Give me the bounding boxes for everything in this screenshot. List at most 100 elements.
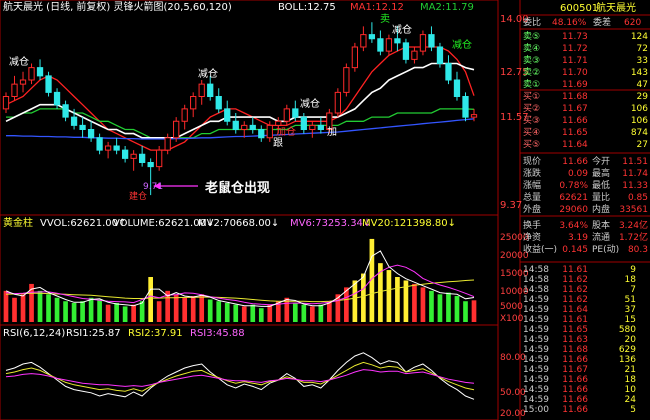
volume-bar (241, 306, 247, 322)
volume-bar (54, 297, 60, 322)
book-volume: 72 (637, 44, 648, 54)
ratio-label: 委比 (523, 16, 541, 28)
rsi1-readout: RSI1:25.87 (66, 328, 121, 339)
candle-body (130, 153, 137, 159)
candle-body (249, 124, 256, 130)
candle-body (79, 124, 86, 130)
ma2-readout: MA2:11.79 (420, 2, 474, 13)
book-volume: 124 (631, 32, 648, 42)
volume-bar (292, 302, 298, 322)
rsi2-readout: RSI2:37.91 (128, 328, 183, 339)
volume-bar (267, 304, 273, 322)
book-volume: 47 (637, 80, 648, 90)
annotation-text: 老鼠仓出现 (204, 180, 270, 196)
volume-bar (216, 301, 222, 322)
volume-bar (173, 294, 179, 322)
price-tick: 9.37 (500, 200, 522, 211)
trade-volume: 51 (625, 295, 636, 305)
ask-label: 卖⑤ (523, 31, 540, 42)
ma-line-boll (5, 62, 475, 139)
trade-volume: 20 (625, 335, 637, 345)
volume-bar (412, 283, 417, 322)
book-price: 11.64 (562, 140, 588, 150)
volume-bar (352, 280, 358, 322)
stat-label: 净资 (523, 231, 541, 243)
volume-bar (37, 290, 43, 322)
candle-body (232, 120, 239, 130)
candle-body (224, 108, 231, 122)
trade-time: 14:59 (523, 325, 549, 335)
stat-label: 量比 (592, 191, 610, 203)
volume-bar (190, 296, 196, 322)
book-price: 11.69 (562, 80, 588, 90)
book-volume: 27 (637, 140, 648, 150)
candle-body (156, 149, 163, 168)
candle-body (36, 67, 44, 77)
volume-bar (148, 277, 153, 322)
trade-volume: 15 (625, 315, 636, 325)
stat-value: 3.19 (568, 233, 588, 243)
candle-body (241, 124, 248, 130)
volume-bar (46, 294, 51, 322)
candle-body (190, 96, 197, 110)
candle-body (207, 83, 214, 97)
trade-price: 11.62 (562, 295, 588, 305)
price-moving-averages (5, 46, 475, 151)
volume-bar (199, 294, 205, 322)
trade-time: 14:59 (523, 315, 549, 325)
stock-name: 航天晨光 (596, 1, 636, 14)
volume-bar (250, 304, 256, 322)
trade-volume: 629 (619, 345, 636, 355)
stat-label: 最高 (592, 167, 610, 179)
signal-labels: 减仓 减仓 减仓 减仓 减仓 加仓 加 跟 卖 建仓 9.71 老鼠仓出现 (9, 13, 472, 202)
candle-body (121, 149, 129, 159)
bid-label: 买② (523, 103, 540, 114)
stock-code: 600501 (560, 3, 598, 14)
volume-bar (429, 290, 434, 322)
volume-bar (318, 304, 324, 322)
stat-value: 0.78% (559, 181, 588, 191)
volume-bar (71, 302, 77, 322)
stat-label: 外盘 (523, 203, 541, 215)
trade-time: 15:00 (523, 405, 549, 415)
trade-time: 14:59 (523, 355, 549, 365)
ratio-value: 48.16% (552, 18, 587, 28)
trade-volume: 24 (625, 395, 637, 405)
candle-body (45, 75, 52, 93)
book-price: 11.73 (562, 32, 588, 42)
volume-bar (182, 297, 188, 322)
candle-body (470, 114, 478, 118)
bid-label: 买③ (523, 115, 540, 126)
candle-body (198, 83, 205, 97)
candle-body (147, 162, 154, 168)
stat-label: 今开 (592, 155, 610, 167)
order-book: 卖⑤ 11.73 124 卖④ 11.72 72 卖③ 11.71 33 卖② 11.70 143 卖①… (520, 31, 650, 150)
trade-time: 14:59 (523, 375, 549, 385)
candle-body (402, 42, 410, 60)
quote-stats: 现价 11.66 今开 11.51 涨跌 0.09 最高 11.74 涨幅 0.78% 最低 11.3… (520, 152, 650, 255)
trade-price: 11.61 (562, 265, 588, 275)
candle-body (300, 116, 307, 130)
volume-bar (3, 290, 9, 322)
stat-label: 内盘 (592, 203, 610, 215)
stat-label: 涨跌 (523, 168, 541, 179)
mv20-readout: MV20:121398.80↓ (362, 218, 456, 229)
candlestick-series (2, 22, 478, 196)
book-price: 11.65 (562, 128, 588, 138)
stat-value: 29060 (559, 205, 588, 215)
candle-body (28, 67, 35, 81)
candle-body (317, 124, 324, 130)
volume-bar (156, 301, 162, 322)
stat-value: 3.24亿 (619, 219, 648, 231)
bid-label: 买① (523, 91, 540, 102)
stat-value: 11.51 (622, 157, 648, 167)
trade-volume: 37 (625, 305, 636, 315)
low-value-label: 9.71 (143, 182, 163, 192)
trade-volume: 18 (625, 275, 637, 285)
stat-value: 80.3 (628, 245, 648, 255)
volume-bar (114, 302, 119, 322)
ask-label: 卖① (523, 79, 540, 90)
book-volume: 106 (631, 116, 648, 126)
volume-bar (258, 308, 264, 322)
trade-price: 11.66 (562, 385, 588, 395)
